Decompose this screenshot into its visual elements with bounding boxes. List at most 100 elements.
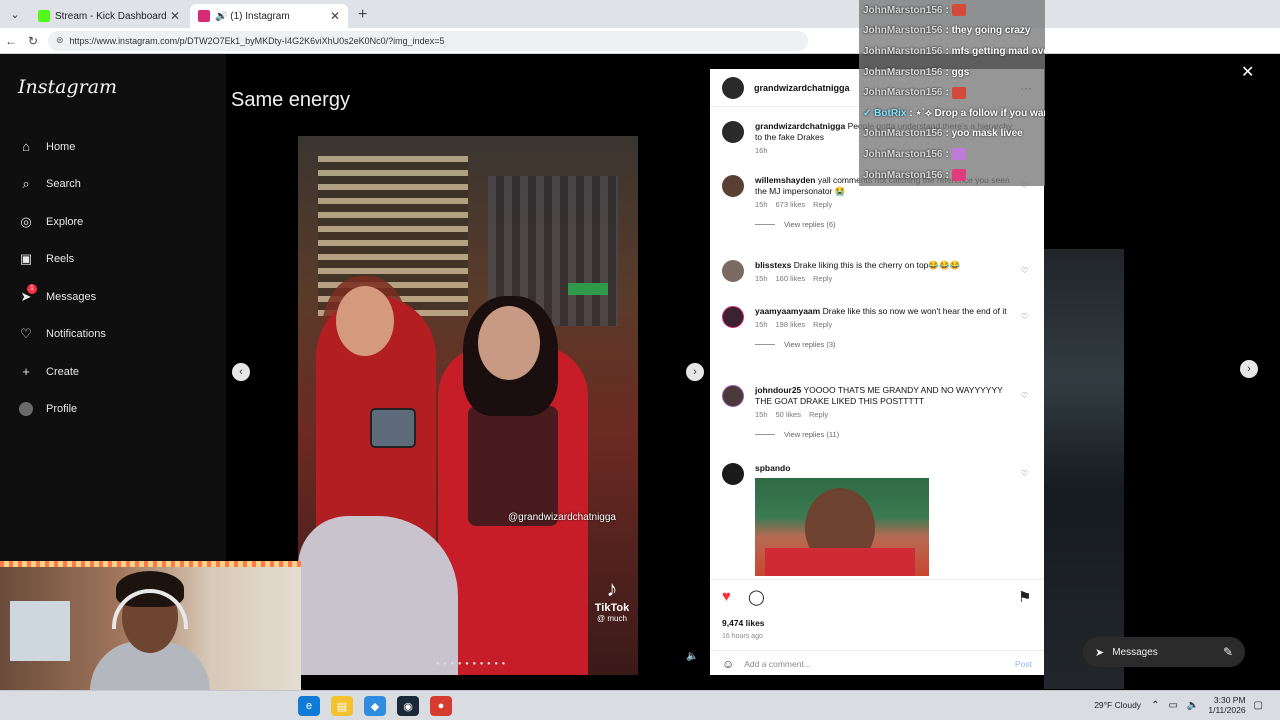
previous-media-button[interactable]: ‹ <box>232 363 250 381</box>
like-comment-heart-icon[interactable]: ♡ <box>1021 469 1028 478</box>
emoji-icon[interactable]: ☺ <box>722 657 734 671</box>
commenter-username[interactable]: johndour25 <box>755 385 801 395</box>
next-media-button[interactable]: › <box>686 363 704 381</box>
commenter-avatar[interactable] <box>722 260 744 282</box>
post-comment-button[interactable]: Post <box>1015 659 1032 669</box>
sidebar-item-explore[interactable]: ◎ Explore <box>18 203 106 241</box>
sidebar-item-home[interactable]: ⌂ Home <box>18 128 106 166</box>
comment-likes[interactable]: 160 likes <box>776 274 806 283</box>
heart-icon: ♡ <box>20 326 32 342</box>
comment-likes[interactable]: 50 likes <box>776 410 801 419</box>
like-heart-icon[interactable]: ♥ <box>722 588 731 605</box>
reply-button[interactable]: Reply <box>809 410 828 419</box>
close-modal-icon[interactable]: ✕ <box>1241 62 1254 82</box>
comment-image[interactable] <box>755 478 929 576</box>
comment-text: Drake liking this is the cherry on top😂😂… <box>793 260 961 270</box>
compose-icon[interactable]: ✎ <box>1223 645 1233 659</box>
home-icon: ⌂ <box>22 139 30 155</box>
network-icon[interactable]: ▭ <box>1168 700 1177 711</box>
emote-icon <box>951 169 966 182</box>
clock[interactable]: 3:30 PM 1/11/2026 <box>1208 695 1245 715</box>
profile-avatar-icon <box>18 401 34 417</box>
site-info-icon[interactable]: ⊜ <box>56 35 64 46</box>
comment-icon[interactable]: ◯ <box>748 588 765 606</box>
sidebar-item-reels[interactable]: ▣ Reels <box>18 241 106 279</box>
sidebar-item-messages[interactable]: ➤ 1 Messages <box>18 278 106 316</box>
tab-kick-dashboard[interactable]: Stream - Kick Dashboard ✕ <box>30 4 188 28</box>
commenter-username[interactable]: yaamyaamyaam <box>755 306 820 316</box>
sidebar-item-profile[interactable]: Profile <box>18 391 106 429</box>
commenter-avatar[interactable] <box>722 175 744 197</box>
weather-widget[interactable]: 29°F Cloudy <box>1094 700 1141 710</box>
commenter-username[interactable]: grandwizardchatnigga <box>755 121 845 131</box>
post-video[interactable]: @grandwizardchatnigga ♪ TikTok @ much ● … <box>298 136 638 675</box>
sidebar-item-notifications[interactable]: ♡ Notifications <box>18 316 106 354</box>
volume-icon[interactable]: 🔈 <box>1187 700 1199 711</box>
instagram-logo[interactable]: Instagram <box>18 76 117 98</box>
comment-likes[interactable]: 198 likes <box>776 320 806 329</box>
tab-instagram[interactable]: 🔊 (1) Instagram ✕ <box>190 4 348 28</box>
view-replies-button[interactable]: View replies (3) <box>755 339 1017 350</box>
like-comment-heart-icon[interactable]: ♡ <box>1021 266 1028 275</box>
steam-icon[interactable]: ◉ <box>397 696 419 716</box>
messenger-icon: ➤ <box>1095 646 1105 659</box>
author-avatar[interactable] <box>722 76 744 99</box>
view-replies-button[interactable]: View replies (6) <box>755 219 1017 230</box>
back-arrow-icon[interactable]: ← <box>0 34 22 48</box>
commenter-avatar[interactable] <box>722 306 744 328</box>
new-tab-icon[interactable]: + <box>358 6 367 24</box>
commenter-avatar[interactable] <box>722 121 744 143</box>
sidebar-item-label: Notifications <box>46 328 106 341</box>
commenter-username[interactable]: willemshayden <box>755 175 815 185</box>
commenter-username[interactable]: blisstexs <box>755 260 791 270</box>
carousel-dots: ● ● ● ● ● ● ● ● ● ● <box>436 661 507 667</box>
commenter-avatar[interactable] <box>722 463 744 485</box>
tiktok-logo-icon: ♪ <box>606 576 618 601</box>
media-caption-overlay: Same energy <box>231 89 350 111</box>
notifications-icon[interactable]: ▢ <box>1254 700 1263 711</box>
comment-time: 15h <box>755 274 768 283</box>
search-icon: ⌕ <box>22 176 30 192</box>
reply-button[interactable]: Reply <box>813 274 832 283</box>
chat-message: JohnMarston156: ggs <box>863 66 970 78</box>
add-comment-input[interactable]: Add a comment... <box>744 659 1015 669</box>
bookmark-icon[interactable]: ⚑ <box>1018 588 1031 606</box>
reply-button[interactable]: Reply <box>813 200 832 209</box>
comment-time: 16h <box>755 146 768 155</box>
tray-chevron-icon[interactable]: ⌃ <box>1151 700 1159 711</box>
file-explorer-icon[interactable]: ▤ <box>331 696 353 716</box>
view-replies-button[interactable]: View replies (11) <box>755 429 1017 440</box>
commenter-username[interactable]: spbando <box>755 463 790 473</box>
audio-toggle-icon[interactable]: 🔈 <box>686 651 698 662</box>
like-comment-heart-icon[interactable]: ♡ <box>1021 312 1028 321</box>
like-count[interactable]: 9,474 likes <box>722 618 765 628</box>
browser-tabbar: ⌄ Stream - Kick Dashboard ✕ 🔊 (1) Instag… <box>0 0 1280 28</box>
sidebar-item-label: Profile <box>46 403 78 416</box>
sidebar-item-search[interactable]: ⌕ Search <box>18 166 106 204</box>
tab-close-icon[interactable]: ✕ <box>330 9 340 23</box>
instagram-favicon-icon <box>198 10 210 22</box>
tab-search-chevron-icon[interactable]: ⌄ <box>4 3 26 25</box>
reply-button[interactable]: Reply <box>813 320 832 329</box>
like-comment-heart-icon[interactable]: ♡ <box>1021 391 1028 400</box>
url-input[interactable]: ⊜ https://www.instagram.com/p/DTW2O7Ek1_… <box>48 30 808 51</box>
post-timestamp: 16 hours ago <box>722 633 763 640</box>
sidebar-item-label: Messages <box>46 290 97 303</box>
sidebar-nav: ⌂ Home ⌕ Search ◎ Explore ▣ Reels ➤ 1 Me… <box>18 128 106 428</box>
next-post-button[interactable]: › <box>1240 360 1258 378</box>
emote-icon <box>951 148 966 161</box>
tab-close-icon[interactable]: ✕ <box>170 9 180 23</box>
bot-badge-icon: ✓ BotRix <box>863 107 907 119</box>
url-text: https://www.instagram.com/p/DTW2O7Ek1_by… <box>69 35 445 46</box>
windows-taskbar: e ▤ ◆ ◉ ● 29°F Cloudy ⌃ ▭ 🔈 3:30 PM 1/11… <box>0 690 1280 720</box>
edge-icon[interactable]: e <box>298 696 320 716</box>
messages-floating-button[interactable]: ➤ Messages ✎ <box>1083 637 1245 667</box>
comment-likes[interactable]: 673 likes <box>776 200 806 209</box>
commenter-avatar[interactable] <box>722 385 744 407</box>
reload-icon[interactable]: ↻ <box>22 34 44 48</box>
screen: ⌄ Stream - Kick Dashboard ✕ 🔊 (1) Instag… <box>0 0 1280 720</box>
sidebar-item-create[interactable]: + Create <box>18 353 106 391</box>
app-icon[interactable]: ◆ <box>364 696 386 716</box>
emote-icon <box>951 86 966 99</box>
chrome-icon[interactable]: ● <box>430 696 452 716</box>
